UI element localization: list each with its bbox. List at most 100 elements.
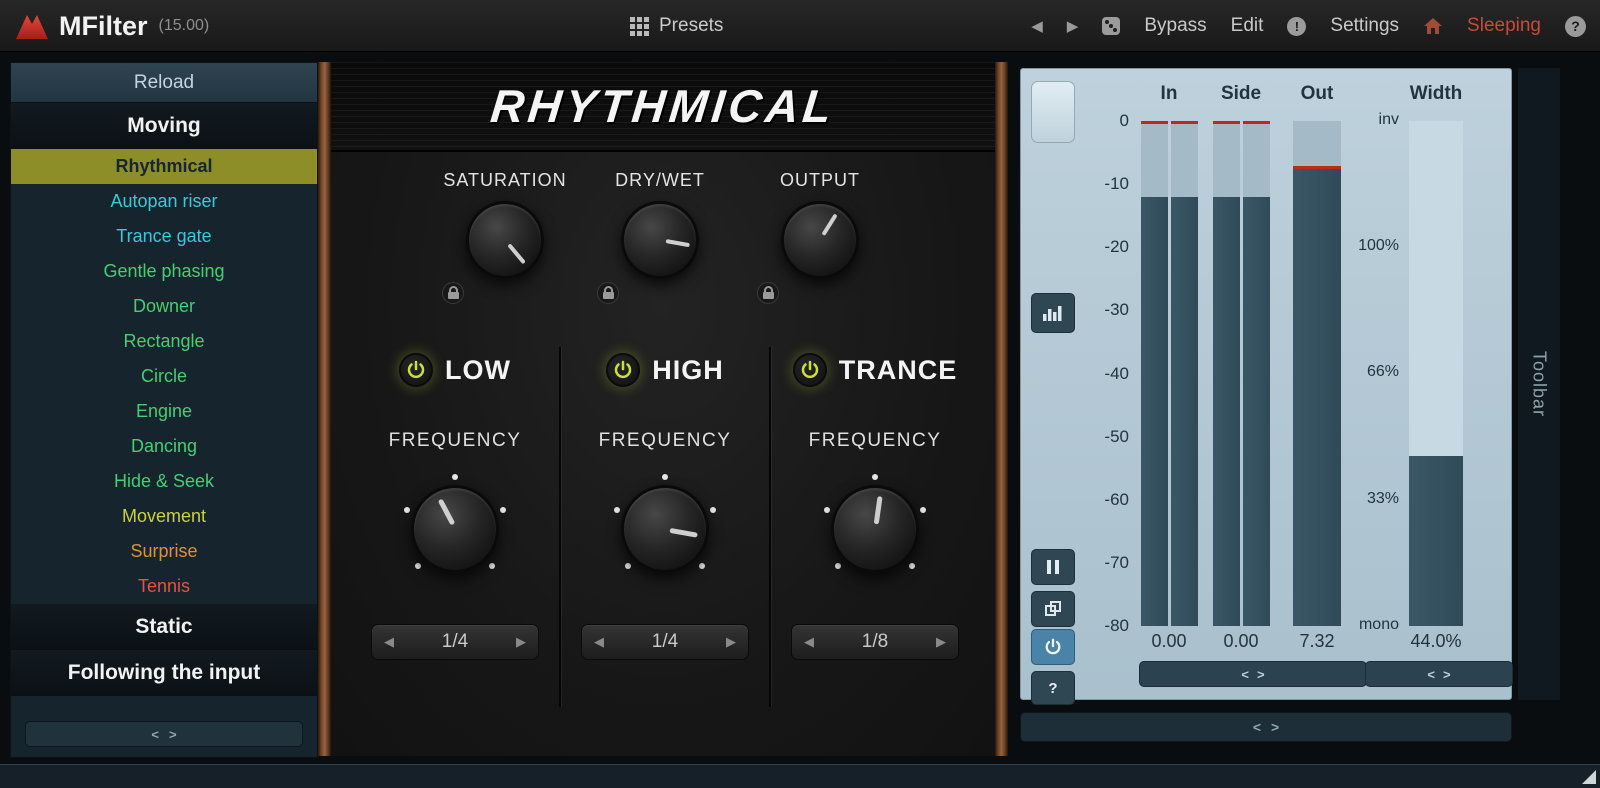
- title-bar: MFilter (15.00) Presets ◀ ▶ Bypass Edit …: [0, 0, 1600, 52]
- device-title: RHYTHMICAL: [488, 79, 838, 133]
- drywet-label: DRY/WET: [615, 170, 705, 191]
- undo-button[interactable]: ◀: [1031, 17, 1043, 35]
- power-button[interactable]: [606, 353, 640, 387]
- rate-selector[interactable]: ◀ 1/8 ▶: [791, 624, 959, 660]
- rate-value[interactable]: 1/8: [862, 631, 888, 653]
- device-face: RHYTHMICAL SATURATION DRY/WET OUTPUT: [331, 62, 995, 756]
- preset-item[interactable]: Autopan riser: [11, 184, 317, 219]
- preset-item[interactable]: Dancing: [11, 429, 317, 464]
- preset-item[interactable]: Movement: [11, 499, 317, 534]
- preset-item[interactable]: Hide & Seek: [11, 464, 317, 499]
- width-scale-label: 66%: [1351, 363, 1399, 381]
- power-button[interactable]: [399, 353, 433, 387]
- sleeping-button[interactable]: Sleeping: [1467, 15, 1541, 37]
- lock-icon[interactable]: [597, 282, 619, 304]
- preset-item[interactable]: Circle: [11, 359, 317, 394]
- meters-power-button[interactable]: [1031, 629, 1075, 665]
- rate-value[interactable]: 1/4: [652, 631, 678, 653]
- scroll-left-glyph: <: [1427, 667, 1435, 682]
- bottom-scrollbar[interactable]: < >: [1020, 712, 1512, 742]
- copy-button[interactable]: [1031, 591, 1075, 627]
- rate-selector[interactable]: ◀ 1/4 ▶: [371, 624, 539, 660]
- selector-prev-arrow[interactable]: ◀: [594, 634, 604, 650]
- selector-next-arrow[interactable]: ▶: [516, 634, 526, 650]
- rate-value[interactable]: 1/4: [442, 631, 468, 653]
- selector-next-arrow[interactable]: ▶: [936, 634, 946, 650]
- resize-grip[interactable]: [1582, 770, 1596, 784]
- db-label: -10: [1079, 174, 1129, 194]
- preset-item[interactable]: Engine: [11, 394, 317, 429]
- redo-button[interactable]: ▶: [1067, 17, 1079, 35]
- preset-item[interactable]: Rectangle: [11, 324, 317, 359]
- toolbar-toggle[interactable]: Toolbar: [1518, 68, 1560, 700]
- preset-section-following[interactable]: Following the input: [11, 650, 317, 696]
- db-label: -20: [1079, 237, 1129, 257]
- window-bottom-edge: [0, 764, 1600, 788]
- saturation-knob[interactable]: [466, 201, 544, 279]
- preset-item[interactable]: Downer: [11, 289, 317, 324]
- app-name: MFilter: [59, 11, 148, 42]
- selector-next-arrow[interactable]: ▶: [726, 634, 736, 650]
- presets-button[interactable]: Presets: [630, 0, 723, 52]
- power-icon: [406, 360, 426, 380]
- output-knob[interactable]: [781, 201, 859, 279]
- saturation-label: SATURATION: [443, 170, 566, 191]
- meter-view-scrollbar[interactable]: [1031, 81, 1075, 143]
- bypass-button[interactable]: Bypass: [1144, 15, 1206, 37]
- meter-bar-in-right: [1171, 121, 1198, 626]
- scroll-left-glyph: <: [1253, 719, 1261, 735]
- frequency-knob[interactable]: [820, 474, 930, 584]
- rate-selector[interactable]: ◀ 1/4 ▶: [581, 624, 749, 660]
- help-icon[interactable]: ?: [1565, 16, 1586, 37]
- width-scale-label: inv: [1351, 111, 1399, 129]
- presets-grid-icon: [630, 17, 649, 36]
- band-label: TRANCE: [839, 355, 958, 386]
- preset-item[interactable]: Tennis: [11, 569, 317, 604]
- preset-section-static[interactable]: Static: [11, 604, 317, 650]
- frequency-knob[interactable]: [610, 474, 720, 584]
- app-version: (15.00): [159, 17, 210, 35]
- lock-icon[interactable]: [757, 282, 779, 304]
- frequency-label: FREQUENCY: [599, 430, 732, 452]
- width-h-scrollbar[interactable]: < >: [1365, 661, 1513, 687]
- drywet-knob[interactable]: [621, 201, 699, 279]
- db-label: -30: [1079, 300, 1129, 320]
- overlapping-squares-icon: [1044, 600, 1062, 618]
- db-label: -40: [1079, 364, 1129, 384]
- meter-value-width: 44.0%: [1405, 631, 1467, 652]
- preset-item-selected[interactable]: Rhythmical: [11, 149, 317, 184]
- preset-item[interactable]: Trance gate: [11, 219, 317, 254]
- melda-logo-icon: [14, 11, 50, 41]
- reload-button[interactable]: Reload: [11, 63, 317, 103]
- device-panel: RHYTHMICAL SATURATION DRY/WET OUTPUT: [318, 62, 1008, 756]
- lock-icon[interactable]: [442, 282, 464, 304]
- preset-section-moving[interactable]: Moving: [11, 103, 317, 149]
- preset-item[interactable]: Surprise: [11, 534, 317, 569]
- meter-bar-side-right: [1243, 121, 1270, 626]
- power-button[interactable]: [793, 353, 827, 387]
- preset-item[interactable]: Gentle phasing: [11, 254, 317, 289]
- power-icon: [800, 360, 820, 380]
- edit-button[interactable]: Edit: [1231, 15, 1264, 37]
- meters-h-scrollbar[interactable]: < >: [1139, 661, 1367, 687]
- pause-button[interactable]: [1031, 549, 1075, 585]
- frequency-knob[interactable]: [400, 474, 510, 584]
- analyzer-button[interactable]: [1031, 293, 1075, 333]
- alert-icon[interactable]: !: [1287, 17, 1306, 36]
- help-button[interactable]: ?: [1031, 671, 1075, 705]
- band-low: LOW FREQUENCY ◀ 1/4 ▶: [350, 352, 560, 660]
- scroll-right-glyph: >: [1443, 667, 1451, 682]
- sidebar-scrollbar[interactable]: < >: [25, 721, 303, 747]
- home-icon[interactable]: [1423, 17, 1443, 35]
- selector-prev-arrow[interactable]: ◀: [384, 634, 394, 650]
- scroll-right-glyph: >: [1271, 719, 1279, 735]
- randomize-dice-icon[interactable]: [1102, 17, 1120, 35]
- scroll-right-glyph: >: [169, 727, 177, 742]
- settings-button[interactable]: Settings: [1330, 15, 1399, 37]
- bar-chart-icon: [1042, 304, 1064, 322]
- pause-icon: [1047, 560, 1059, 574]
- meter-value-side: 0.00: [1211, 631, 1271, 652]
- selector-prev-arrow[interactable]: ◀: [804, 634, 814, 650]
- width-scale-label: 33%: [1351, 490, 1399, 508]
- meter-header-side: Side: [1211, 83, 1271, 105]
